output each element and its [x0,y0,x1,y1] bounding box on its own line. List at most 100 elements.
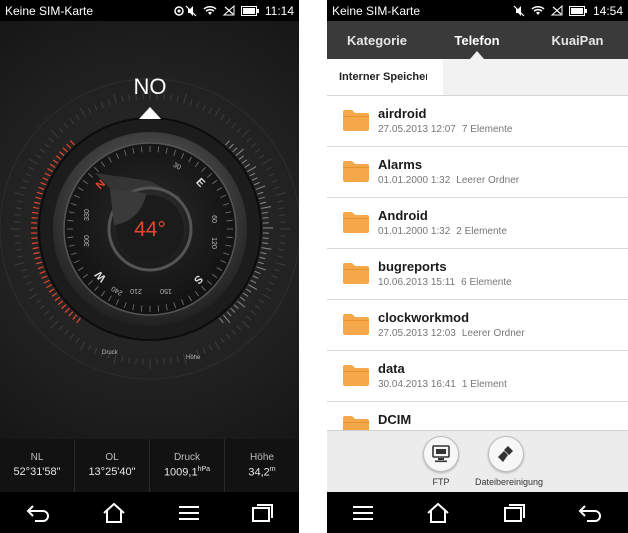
outer-tick [15,248,22,251]
readout-label: NL [30,452,44,463]
outer-tick [250,310,257,315]
dial-number: 60 [210,215,217,223]
cleanup-button[interactable]: Dateibereinigung [475,436,543,487]
pressure-tick [47,168,53,173]
outer-tick [231,329,236,336]
altitude-tick [262,242,269,244]
pressure-tick [42,177,49,181]
navigation-bar [0,492,299,533]
outer-tick [87,107,92,114]
outer-tick [241,320,250,329]
file-item-count: 6 Elemente [461,277,512,288]
home-icon[interactable] [425,502,451,524]
navigation-bar [327,492,628,533]
file-list[interactable]: airdroid 27.05.2013 12:07 7 Elemente Alarms… [327,96,628,430]
outer-tick [39,148,46,153]
outer-tick [58,127,64,133]
altitude-tick [242,292,249,297]
file-row[interactable]: data 30.04.2013 16:41 1 Element [327,351,628,402]
outer-tick [236,127,242,133]
outer-tick [14,242,21,244]
file-item-count: 1 Element [461,379,507,390]
outer-tick [22,179,29,183]
outer-tick [107,99,111,106]
altitude-tick [261,211,268,214]
altitude-tick [259,256,266,260]
file-row[interactable]: bugreports 10.06.2013 15:11 6 Elemente [327,249,628,300]
menu-icon[interactable] [352,504,374,522]
file-date: 30.04.2013 16:41 [378,379,456,390]
altitude-tick [260,252,267,255]
outer-tick [196,101,200,108]
outer-tick [43,143,50,148]
tab-kuaipan[interactable]: KuaiPan [527,33,628,48]
outer-tick [100,101,104,108]
altitude-tick [253,182,260,186]
menu-icon[interactable] [178,504,200,522]
outer-tick [169,94,172,101]
tab-telefon[interactable]: Telefon [427,33,527,48]
compass-phone-screen: Keine SIM-Karte 11:14 NO 44° N E S W 60 … [0,0,299,533]
outer-tick [121,356,124,363]
file-row[interactable]: clockworkmod 27.05.2013 12:03 Leerer Ordne… [327,300,628,351]
pressure-tick [55,155,62,160]
heading-label: NO [134,74,167,99]
tab-kategorie[interactable]: Kategorie [327,33,427,48]
position-readouts: NL 52°31'58" OL 13°25'40" Druck 1009,1hP… [0,439,299,492]
outer-tick [258,299,265,304]
outer-tick [273,186,280,190]
folder-icon [343,161,369,182]
file-row[interactable]: airdroid 27.05.2013 12:07 7 Elemente [327,96,628,147]
file-meta: 30.04.2013 16:41 1 Element [378,379,507,390]
outer-tick [202,104,206,111]
back-icon[interactable] [577,503,603,523]
breadcrumb: Interner Speicher [327,59,628,96]
outer-tick [226,333,231,340]
outer-tick [220,337,225,344]
outer-tick [79,341,86,351]
file-manager-phone-screen: Keine SIM-Karte 14:54 Kategorie Telefon … [327,0,628,533]
pressure-tick [76,317,81,324]
recent-apps-icon[interactable] [502,503,526,523]
outer-tick [271,179,278,183]
active-tab-indicator [470,51,484,59]
file-row[interactable]: DCIM [327,402,628,430]
dial-number: 300 [84,235,91,247]
breadcrumb-item-internal-storage[interactable]: Interner Speicher [327,59,444,95]
outer-tick [28,293,38,300]
pressure-tick [66,143,72,149]
outer-tick [50,320,59,329]
readout-altitude: Höhe 34,2m [225,439,299,492]
altitude-tick [258,196,265,200]
outer-tick [35,299,42,304]
recent-apps-icon[interactable] [250,503,274,523]
altitude-tick [256,266,267,271]
outer-tick [214,341,221,351]
file-meta: 27.05.2013 12:03 Leerer Ordner [378,328,525,339]
outer-tick [22,275,29,279]
outer-tick [43,310,50,315]
cleanup-icon [498,446,513,462]
file-item-count: 2 Elemente [456,226,507,237]
carrier-label: Keine SIM-Karte [5,3,94,18]
file-row[interactable]: Android 01.01.2000 1:32 2 Elemente [327,198,628,249]
dial-number: 120 [210,237,217,249]
ftp-button[interactable]: FTP [423,436,459,487]
outer-tick [64,122,69,129]
outer-tick [48,137,54,143]
back-icon[interactable] [25,503,51,523]
readout-value: 34,2 [248,466,270,479]
compass-dial[interactable]: NO 44° N E S W 60 120 150 210 300 330 30… [0,21,299,439]
pressure-tick [32,206,40,209]
file-row[interactable]: Alarms 01.01.2000 1:32 Leerer Ordner [327,147,628,198]
pressure-tick [32,211,39,214]
outer-tick [214,107,221,117]
home-icon[interactable] [101,502,127,524]
outer-tick [189,99,193,106]
outer-tick [236,325,242,331]
file-name: data [378,361,405,376]
file-date: 27.05.2013 12:03 [378,328,456,339]
altitude-tick [235,148,244,156]
pressure-tick [31,242,38,245]
pressure-tick [38,186,45,190]
